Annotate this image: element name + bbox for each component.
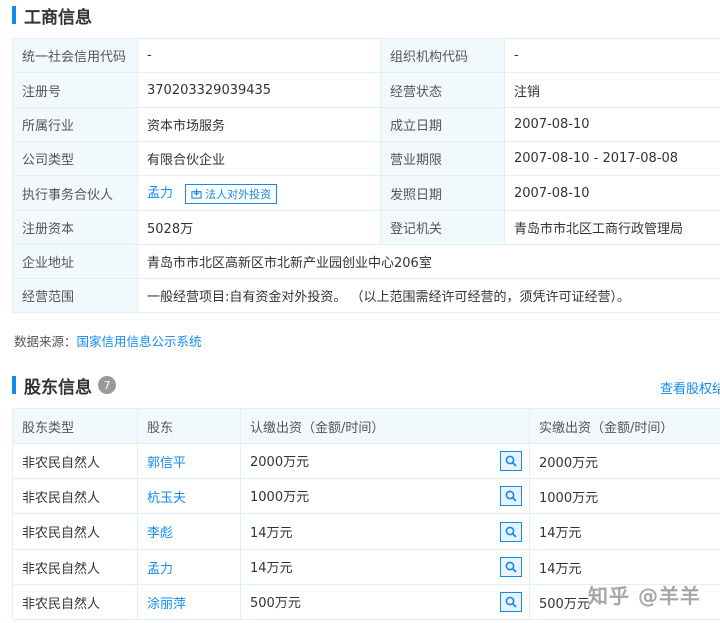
field-value: 有限合伙企业 xyxy=(137,141,381,176)
data-source-link[interactable]: 国家信用信息公示系统 xyxy=(77,334,202,349)
table-row: 公司类型 有限合伙企业 营业期限 2007-08-10 - 2017-08-08 xyxy=(12,141,720,176)
shareholder-name-cell: 李彪 xyxy=(137,513,241,550)
subscribed-amount: 14万元 xyxy=(250,525,293,541)
subscribed-amount: 14万元 xyxy=(250,561,293,576)
search-icon xyxy=(505,596,517,608)
field-value: 青岛市市北区高新区市北新产业园创业中心206室 xyxy=(137,244,720,279)
subscribed-cell: 1000万元 xyxy=(240,478,530,514)
detail-search-button[interactable] xyxy=(500,486,522,506)
data-source-label: 数据来源： xyxy=(14,334,77,349)
field-value: 注销 xyxy=(504,72,720,108)
column-header: 股东 xyxy=(137,408,241,444)
field-label: 执行事务合伙人 xyxy=(12,175,138,211)
shareholder-link[interactable]: 李彪 xyxy=(147,526,173,541)
column-header: 认缴出资（金额/时间） xyxy=(240,408,530,444)
field-label: 公司类型 xyxy=(12,141,138,176)
shareholder-name-cell: 涂丽萍 xyxy=(137,584,241,620)
field-label: 营业期限 xyxy=(380,141,505,176)
count-badge: 7 xyxy=(98,376,116,394)
field-label: 统一社会信用代码 xyxy=(12,38,138,73)
field-value: 资本市场服务 xyxy=(137,107,381,142)
field-label: 注册资本 xyxy=(12,210,138,245)
field-label: 所属行业 xyxy=(12,107,138,142)
field-label: 经营范围 xyxy=(12,278,138,313)
shareholder-link[interactable]: 杭玉夫 xyxy=(147,491,186,506)
shareholder-type: 非农民自然人 xyxy=(12,549,138,585)
field-value: - xyxy=(504,38,720,73)
paid-amount: 14万元 xyxy=(529,513,720,550)
data-source: 数据来源：国家信用信息公示系统 xyxy=(14,331,202,350)
table-row: 执行事务合伙人 孟力 法人对外投资 发照日期 2007-08-10 xyxy=(12,175,720,211)
table-row: 统一社会信用代码 - 组织机构代码 - xyxy=(12,38,720,73)
subscribed-amount: 2000万元 xyxy=(250,455,310,470)
search-icon xyxy=(505,526,517,538)
column-header: 股东类型 xyxy=(12,408,138,444)
field-value: 370203329039435 xyxy=(137,72,381,108)
shareholder-link[interactable]: 涂丽萍 xyxy=(147,597,186,612)
shareholder-name-cell: 杭玉夫 xyxy=(137,478,241,514)
field-value: 2007-08-10 xyxy=(504,107,720,142)
detail-search-button[interactable] xyxy=(500,592,522,612)
table-row: 非农民自然人 李彪 14万元 14万元 xyxy=(12,513,720,550)
partner-link[interactable]: 孟力 xyxy=(147,186,173,201)
shareholder-type: 非农民自然人 xyxy=(12,478,138,514)
shareholder-type: 非农民自然人 xyxy=(12,443,138,479)
table-row: 非农民自然人 郭信平 2000万元 2000万元 xyxy=(12,443,720,479)
subscribed-cell: 14万元 xyxy=(240,513,530,550)
table-row: 经营范围 一般经营项目:自有资金对外投资。 （以上范围需经许可经营的，须凭许可证… xyxy=(12,278,720,313)
detail-search-button[interactable] xyxy=(500,557,522,577)
download-box-icon xyxy=(191,189,202,199)
shareholder-type: 非农民自然人 xyxy=(12,584,138,620)
field-label: 登记机关 xyxy=(380,210,505,245)
field-value: 2007-08-10 xyxy=(504,175,720,211)
field-value: 青岛市市北区工商行政管理局 xyxy=(504,210,720,245)
shareholder-name-cell: 孟力 xyxy=(137,549,241,585)
field-value: 2007-08-10 - 2017-08-08 xyxy=(504,141,720,176)
shareholder-type: 非农民自然人 xyxy=(12,513,138,550)
field-label: 经营状态 xyxy=(380,72,505,108)
shareholder-name-cell: 郭信平 xyxy=(137,443,241,479)
table-row: 非农民自然人 杭玉夫 1000万元 1000万元 xyxy=(12,478,720,514)
field-label: 成立日期 xyxy=(380,107,505,142)
investment-chip[interactable]: 法人对外投资 xyxy=(185,183,278,204)
section-title: 工商信息 xyxy=(24,7,92,28)
table-row: 企业地址 青岛市市北区高新区市北新产业园创业中心206室 xyxy=(12,244,720,279)
detail-search-button[interactable] xyxy=(500,521,522,542)
business-info-table: 统一社会信用代码 - 组织机构代码 - 注册号 370203329039435 … xyxy=(12,38,720,313)
paid-amount: 2000万元 xyxy=(529,443,720,479)
view-equity-structure-link[interactable]: 查看股权结构 xyxy=(660,378,720,397)
section-accent-bar xyxy=(12,376,16,394)
detail-search-button[interactable] xyxy=(500,451,522,471)
subscribed-amount: 500万元 xyxy=(250,596,301,611)
field-value: 一般经营项目:自有资金对外投资。 （以上范围需经许可经营的，须凭许可证经营）。 xyxy=(137,278,720,313)
business-info-header: 工商信息 xyxy=(12,4,92,28)
subscribed-cell: 500万元 xyxy=(240,584,530,620)
table-row: 所属行业 资本市场服务 成立日期 2007-08-10 xyxy=(12,107,720,142)
shareholder-link[interactable]: 郭信平 xyxy=(147,456,186,471)
search-icon xyxy=(505,455,517,467)
paid-amount: 1000万元 xyxy=(529,478,720,514)
subscribed-cell: 14万元 xyxy=(240,549,530,585)
field-value: 孟力 法人对外投资 xyxy=(137,175,381,211)
table-row: 注册资本 5028万 登记机关 青岛市市北区工商行政管理局 xyxy=(12,210,720,245)
field-label: 发照日期 xyxy=(380,175,505,211)
field-label: 企业地址 xyxy=(12,244,138,279)
table-row: 注册号 370203329039435 经营状态 注销 xyxy=(12,72,720,108)
search-icon xyxy=(505,490,517,502)
field-value: 5028万 xyxy=(137,210,381,245)
table-header-row: 股东类型 股东 认缴出资（金额/时间） 实缴出资（金额/时间） xyxy=(12,408,720,444)
watermark: 知乎 @羊羊 xyxy=(588,584,701,608)
field-value: - xyxy=(137,38,381,73)
investment-chip-label: 法人对外投资 xyxy=(205,187,272,201)
shareholders-header: 股东信息 7 xyxy=(12,374,116,398)
field-label: 组织机构代码 xyxy=(380,38,505,73)
search-icon xyxy=(505,561,517,573)
section-accent-bar xyxy=(12,6,16,24)
field-label: 注册号 xyxy=(12,72,138,108)
subscribed-cell: 2000万元 xyxy=(240,443,530,479)
subscribed-amount: 1000万元 xyxy=(250,490,310,505)
section-title: 股东信息 xyxy=(24,377,92,398)
column-header: 实缴出资（金额/时间） xyxy=(529,408,720,444)
shareholder-link[interactable]: 孟力 xyxy=(147,562,173,577)
